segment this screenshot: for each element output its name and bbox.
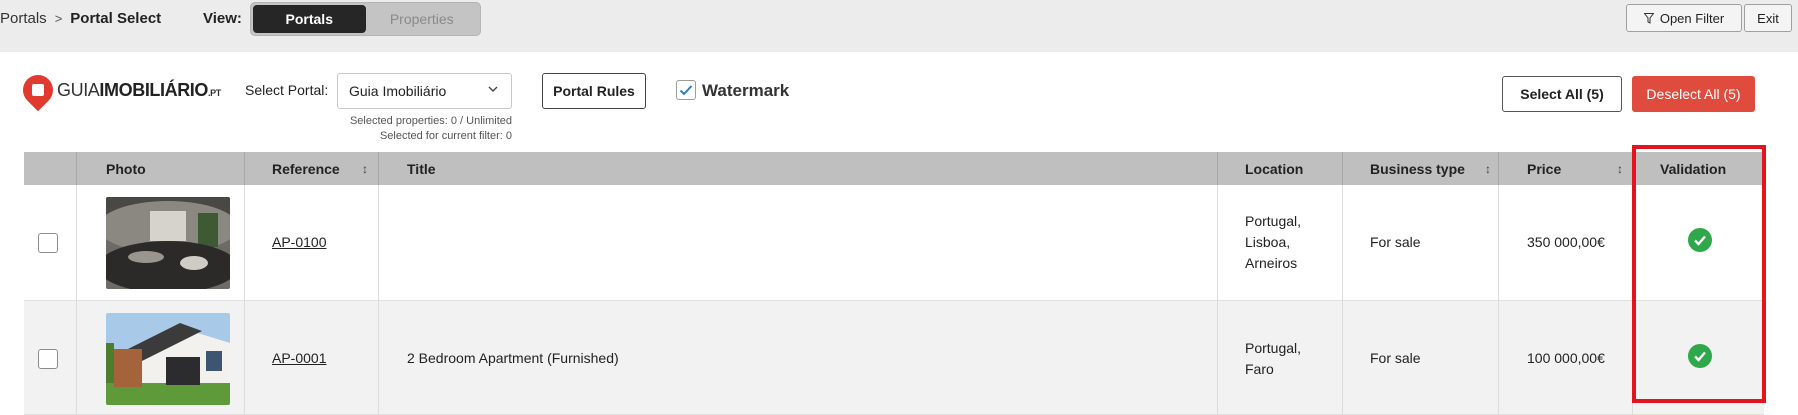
- column-header-title: Title: [407, 160, 436, 177]
- checkmark-icon: [679, 85, 693, 96]
- select-all-button[interactable]: Select All (5): [1502, 76, 1622, 112]
- sort-icon: ↕: [1617, 161, 1623, 176]
- column-header-location: Location: [1245, 160, 1304, 177]
- table-row[interactable]: AP-0100 Portugal, Lisboa, Arneiros For s…: [24, 185, 1764, 301]
- row-reference-link[interactable]: AP-0001: [272, 348, 326, 369]
- row-price: 100 000,00€: [1527, 350, 1605, 366]
- sort-icon: ↕: [362, 161, 368, 176]
- watermark-checkbox[interactable]: [676, 80, 696, 100]
- property-photo[interactable]: [106, 197, 230, 289]
- view-option-properties[interactable]: Properties: [366, 5, 479, 33]
- top-bar: Portals > Portal Select View: Portals Pr…: [0, 0, 1798, 50]
- exit-button[interactable]: Exit: [1744, 4, 1792, 32]
- select-portal-label: Select Portal:: [245, 82, 329, 98]
- breadcrumb: Portals > Portal Select: [0, 10, 161, 27]
- column-header-reference[interactable]: Reference ↕: [272, 152, 372, 185]
- house-pin-icon: [16, 68, 60, 112]
- open-filter-label: Open Filter: [1659, 10, 1725, 26]
- column-header-photo: Photo: [106, 160, 146, 177]
- table-row[interactable]: AP-0001 2 Bedroom Apartment (Furnished) …: [24, 301, 1764, 415]
- column-header-business-type-label: Business type: [1370, 160, 1465, 177]
- row-location: Portugal, Lisboa, Arneiros: [1245, 211, 1301, 274]
- funnel-icon: [1643, 12, 1654, 24]
- row-checkbox[interactable]: [38, 233, 58, 253]
- row-location: Portugal, Faro: [1245, 338, 1301, 380]
- validation-highlight-box: [1632, 145, 1766, 403]
- view-option-portals[interactable]: Portals: [253, 5, 366, 33]
- breadcrumb-portals-link[interactable]: Portals: [0, 10, 47, 27]
- portal-logo: GUIAIMOBILIÁRIO.PT: [16, 68, 221, 112]
- portal-rules-button[interactable]: Portal Rules: [542, 73, 646, 109]
- logo-text-guia: GUIA: [57, 79, 100, 100]
- location-line: Faro: [1245, 361, 1274, 377]
- location-line: Portugal,: [1245, 340, 1302, 356]
- sort-icon: ↕: [1485, 161, 1491, 176]
- column-header-price[interactable]: Price ↕: [1527, 152, 1627, 185]
- row-title: 2 Bedroom Apartment (Furnished): [407, 350, 619, 366]
- portal-select[interactable]: Guia Imobiliário: [337, 73, 512, 109]
- property-photo[interactable]: [106, 313, 230, 405]
- location-line: Portugal,: [1245, 213, 1302, 229]
- row-reference-link[interactable]: AP-0100: [272, 232, 326, 253]
- deselect-all-button[interactable]: Deselect All (5): [1632, 76, 1755, 112]
- logo-text-suffix: .PT: [208, 87, 221, 98]
- logo-text-imobiliario: IMOBILIÁRIO: [99, 79, 209, 100]
- table-header: Photo Reference ↕ Title Location Busines…: [24, 152, 1764, 185]
- column-header-price-label: Price: [1527, 160, 1562, 177]
- column-header-reference-label: Reference: [272, 160, 340, 177]
- breadcrumb-separator: >: [54, 11, 63, 26]
- row-price: 350 000,00€: [1527, 234, 1605, 250]
- column-header-business-type[interactable]: Business type ↕: [1370, 152, 1494, 185]
- row-checkbox[interactable]: [38, 349, 58, 369]
- location-line: Lisboa,: [1245, 234, 1291, 250]
- row-business-type: For sale: [1370, 234, 1421, 250]
- location-line: Arneiros: [1245, 255, 1298, 271]
- selection-info: Selected properties: 0 / Unlimited Selec…: [300, 114, 512, 144]
- selected-properties-count: Selected properties: 0 / Unlimited: [349, 115, 512, 127]
- watermark-label: Watermark: [702, 81, 790, 100]
- view-label: View:: [203, 10, 242, 27]
- open-filter-button[interactable]: Open Filter: [1626, 4, 1742, 32]
- view-switcher: Portals Properties: [250, 2, 481, 36]
- portal-select-value: Guia Imobiliário: [349, 83, 447, 99]
- row-business-type: For sale: [1370, 350, 1421, 366]
- chevron-down-icon: [488, 86, 498, 92]
- breadcrumb-current: Portal Select: [70, 10, 162, 27]
- selected-filter-count: Selected for current filter: 0: [379, 130, 512, 142]
